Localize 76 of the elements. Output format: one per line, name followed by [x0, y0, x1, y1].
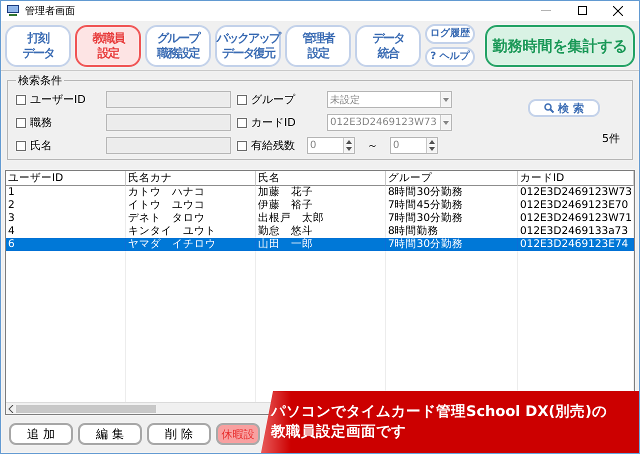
field-label: 氏名: [30, 138, 53, 154]
table-cell[interactable]: 8時間勤務: [386, 225, 518, 238]
table-cell[interactable]: 012E3D2469123E74: [518, 238, 634, 252]
app-icon: [7, 5, 19, 16]
dropdown-arrow-icon[interactable]: [443, 98, 449, 102]
panel-title: 検索条件: [17, 73, 63, 88]
field-label: ユーザーID: [30, 92, 87, 108]
group-dropdown[interactable]: 未設定: [327, 91, 452, 108]
table-cell[interactable]: 山田 一郎: [256, 238, 386, 252]
table-cell[interactable]: 012E3D2469133a73: [518, 225, 634, 238]
field-label: カードID: [251, 115, 297, 130]
column-header[interactable]: グループ: [386, 171, 518, 186]
scroll-left-icon[interactable]: [8, 404, 14, 413]
checkbox[interactable]: [237, 140, 247, 151]
checkbox[interactable]: [16, 140, 26, 151]
table-cell[interactable]: 勤怠 悠斗: [256, 225, 386, 238]
table-cell[interactable]: 1: [6, 186, 126, 200]
spin-arrows-icon[interactable]: [346, 140, 352, 152]
toolbar-button[interactable]: データ 統合: [355, 24, 421, 67]
caption-text: 教職員設定画面です: [271, 422, 407, 442]
search-button[interactable]: 検 索: [528, 99, 600, 118]
toolbar-button[interactable]: ? ヘルプ: [425, 47, 475, 68]
result-count: 5件: [602, 131, 620, 146]
spin-field[interactable]: 0: [390, 137, 438, 154]
table-cell[interactable]: 伊藤 裕子: [256, 199, 386, 212]
field-label: 職務: [30, 115, 53, 130]
action-button[interactable]: 編 集: [78, 423, 142, 446]
table-cell[interactable]: カトウ ハナコ: [126, 186, 256, 200]
table-cell[interactable]: 7時間30分勤務: [386, 212, 518, 226]
table-cell[interactable]: イトウ ユウコ: [126, 199, 256, 212]
toolbar-button[interactable]: 打刻 データ: [5, 24, 71, 67]
toolbar-button[interactable]: グループ 職務設定: [145, 24, 211, 67]
table-cell[interactable]: 6: [6, 238, 126, 252]
table-cell[interactable]: 012E3D2469123E70: [518, 199, 634, 212]
table-cell[interactable]: 加藤 花子: [256, 186, 386, 200]
spin-arrows-icon[interactable]: [429, 140, 435, 152]
maximize-icon[interactable]: [578, 6, 586, 16]
table-cell[interactable]: デネト タロウ: [126, 212, 256, 226]
toolbar-button[interactable]: 管理者 設定: [285, 24, 351, 67]
table-cell[interactable]: 出根戸 太郎: [256, 212, 386, 226]
input-field[interactable]: [106, 91, 231, 108]
column-header[interactable]: カードID: [518, 171, 634, 186]
table-cell[interactable]: キンタイ ユウト: [126, 225, 256, 238]
field-label: グループ: [251, 92, 296, 108]
checkbox[interactable]: [16, 118, 26, 128]
card-id-dropdown[interactable]: 012E3D2469123W73: [327, 114, 452, 132]
table-cell[interactable]: ヤマダ イチロウ: [126, 238, 256, 252]
input-field[interactable]: [106, 114, 231, 132]
checkbox[interactable]: [16, 94, 26, 105]
search-icon: [544, 103, 554, 114]
table-cell[interactable]: 2: [6, 199, 126, 212]
window-title: 管理者画面: [25, 4, 76, 18]
table-cell[interactable]: 012E3D2469123W71: [518, 212, 634, 226]
checkbox[interactable]: [237, 94, 247, 105]
table-cell[interactable]: 4: [6, 225, 126, 238]
caption-text: パソコンでタイムカード管理School DX(別売)の: [271, 402, 608, 422]
table-cell[interactable]: 012E3D2469123W73: [518, 186, 634, 200]
range-separator: ～: [367, 138, 378, 154]
action-button[interactable]: 追 加: [9, 423, 73, 446]
column-header[interactable]: ユーザーID: [6, 171, 126, 186]
table-cell[interactable]: 7時間30分勤務: [386, 238, 518, 252]
field-label: 有給残数: [251, 138, 296, 154]
scrollbar-thumb[interactable]: [16, 404, 156, 413]
dropdown-arrow-icon[interactable]: [443, 120, 449, 125]
input-field[interactable]: [106, 137, 231, 154]
action-button[interactable]: 削 除: [147, 423, 211, 446]
table-cell[interactable]: 3: [6, 212, 126, 226]
table-cell[interactable]: 7時間45分勤務: [386, 199, 518, 212]
checkbox[interactable]: [237, 118, 247, 128]
toolbar-button[interactable]: バックアップ データ復元: [215, 24, 281, 67]
table-cell[interactable]: 8時間30分勤務: [386, 186, 518, 200]
close-icon[interactable]: [613, 6, 623, 16]
spin-field[interactable]: 0: [307, 137, 355, 154]
column-header[interactable]: 氏名: [256, 171, 386, 186]
column-header[interactable]: 氏名カナ: [126, 171, 256, 186]
toolbar-button[interactable]: ログ履歴: [425, 24, 475, 44]
